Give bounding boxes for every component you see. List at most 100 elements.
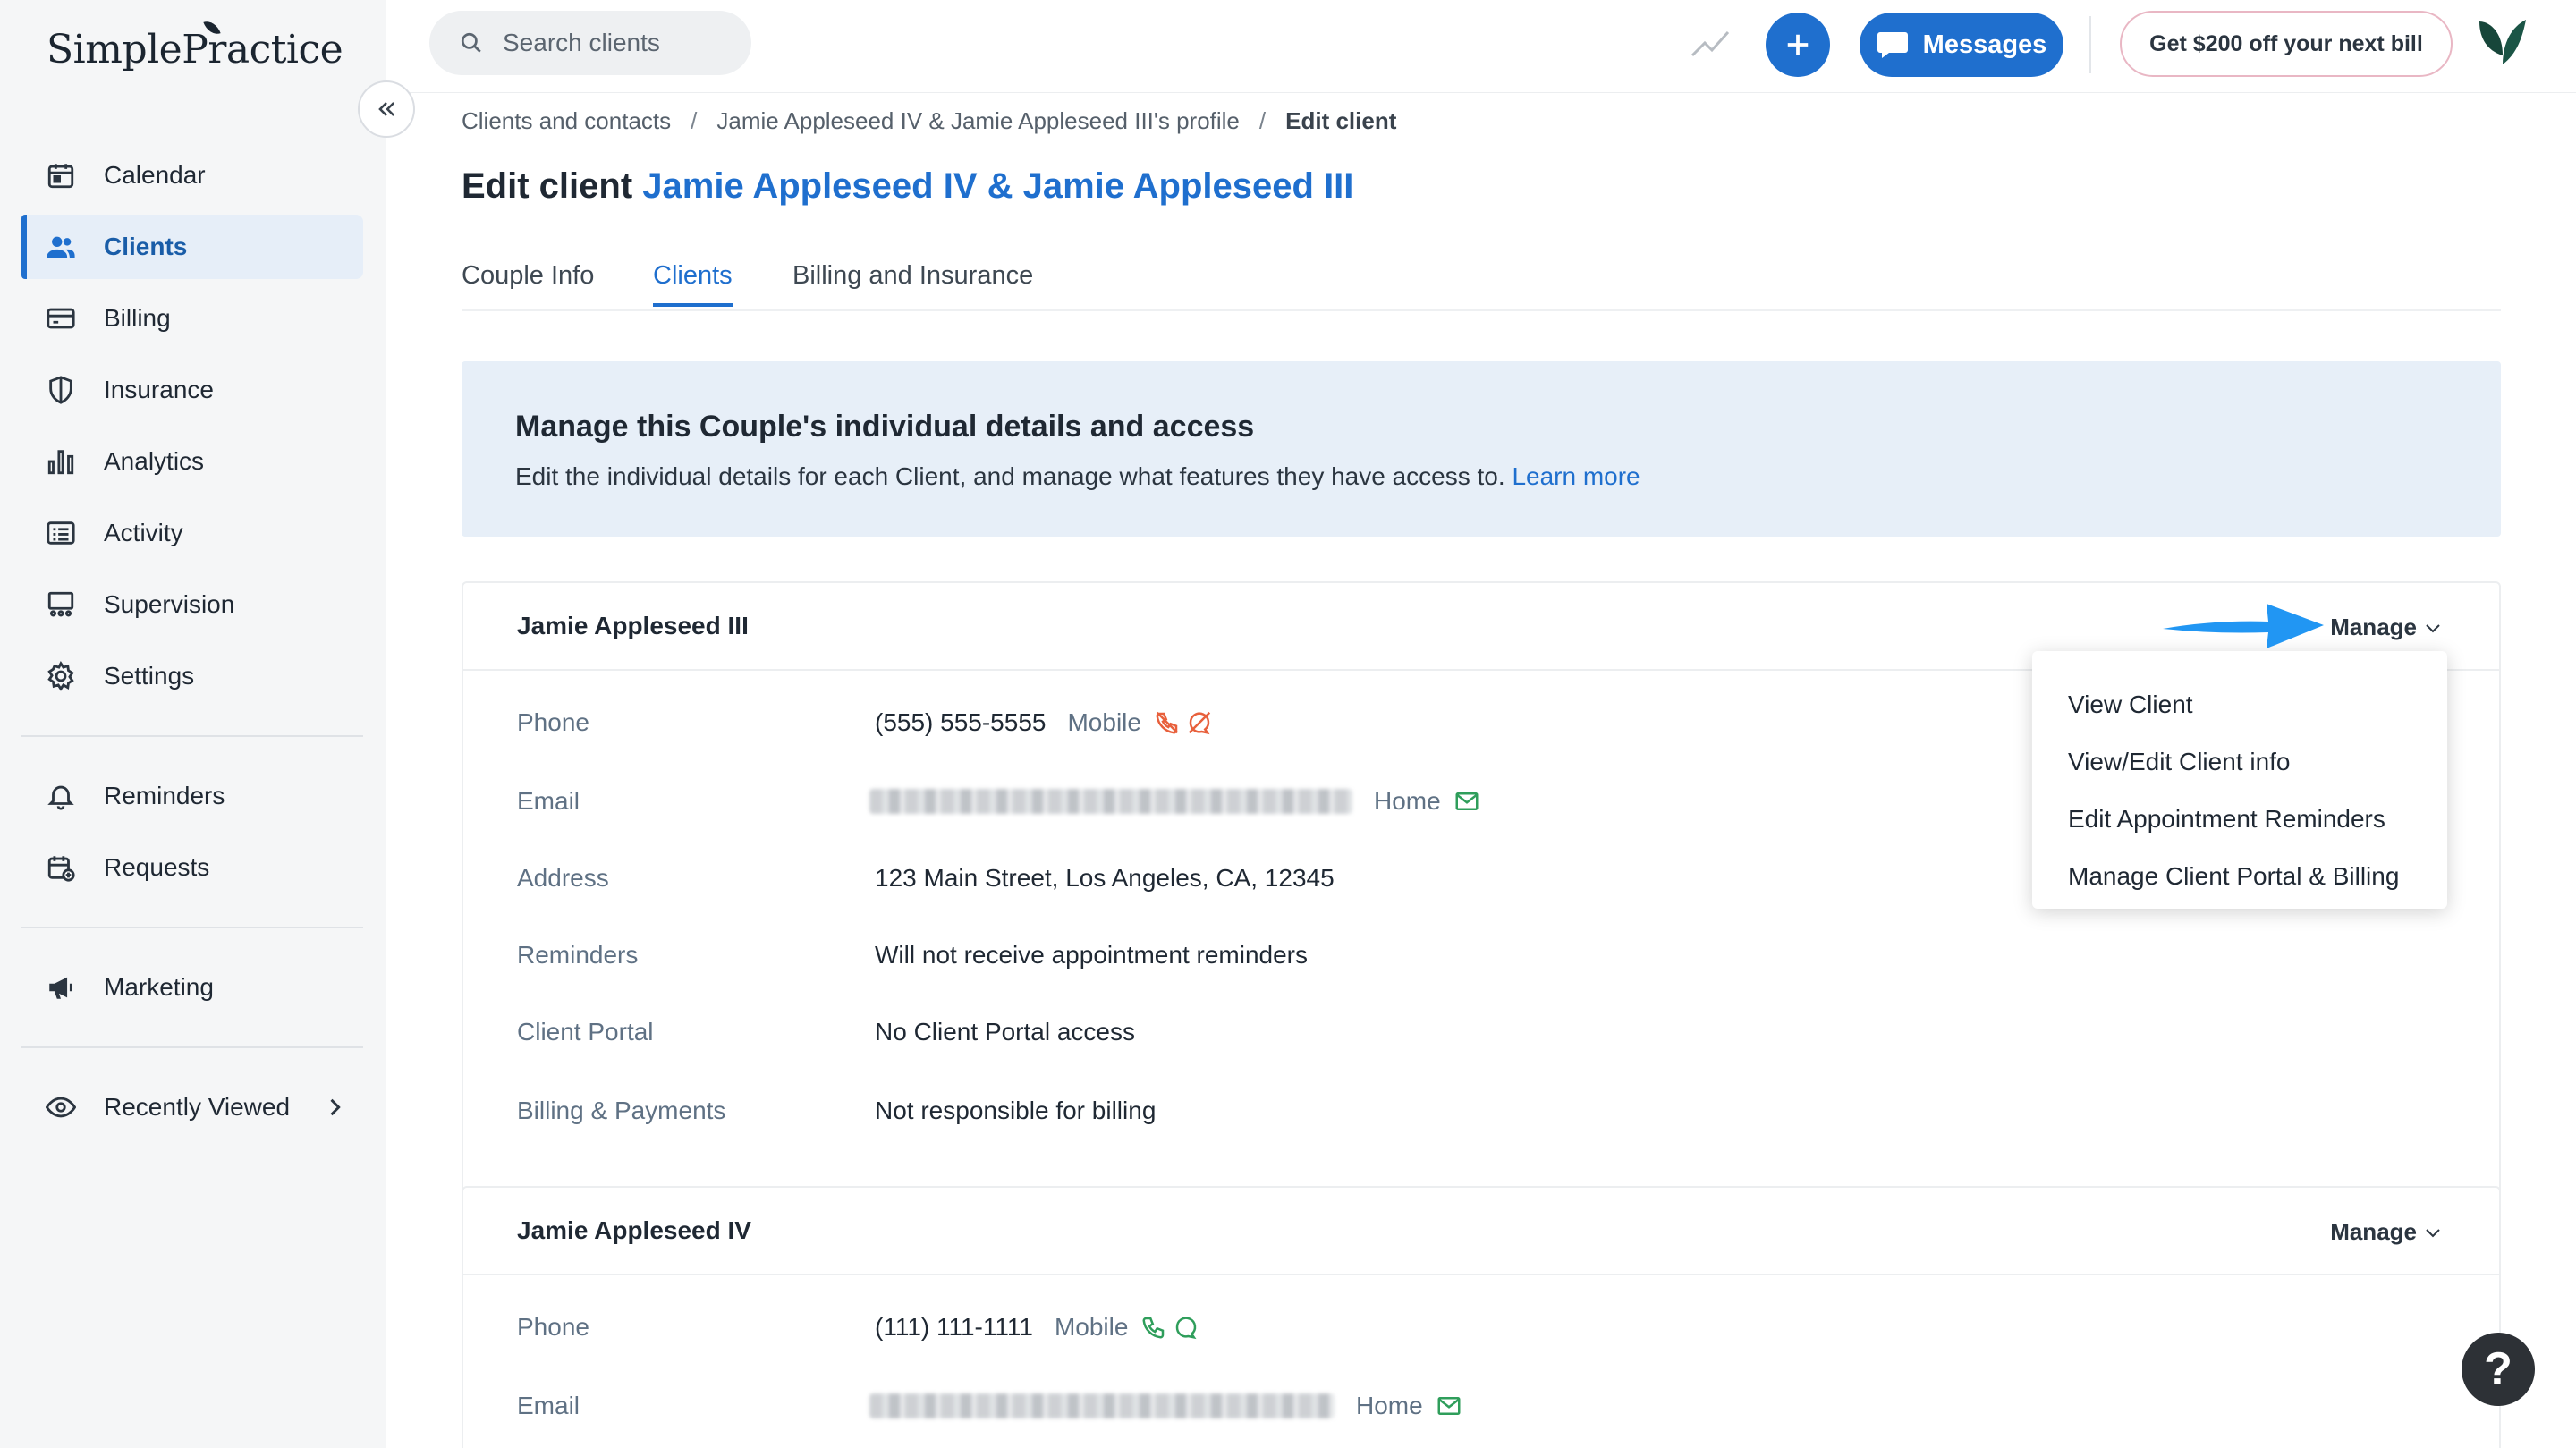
email-label: Email: [517, 1392, 580, 1419]
search-placeholder: Search clients: [503, 29, 660, 56]
sidebar-divider: [21, 927, 363, 928]
sidebar-nav: Calendar Clients Billing Insurance Analy…: [21, 143, 363, 1147]
sidebar-item-calendar[interactable]: Calendar: [21, 143, 363, 207]
sidebar-item-label: Clients: [104, 233, 188, 260]
envelope-icon: [1437, 1397, 1461, 1415]
breadcrumb-link-clients[interactable]: Clients and contacts: [462, 107, 671, 134]
users-icon: [43, 229, 79, 265]
manage-dropdown-button[interactable]: Manage: [2330, 614, 2442, 641]
client-portal-value: No Client Portal access: [875, 1018, 1136, 1046]
menu-item-view-client[interactable]: View Client: [2032, 676, 2447, 733]
address-value: 123 Main Street, Los Angeles, CA, 12345: [875, 864, 1335, 892]
tab-bar: Couple Info Clients Billing and Insuranc…: [462, 256, 2501, 311]
avatar[interactable]: [2472, 16, 2533, 70]
sidebar-item-label: Billing: [104, 304, 171, 332]
messages-label: Messages: [1922, 30, 2047, 59]
sidebar-item-label: Calendar: [104, 161, 206, 189]
sidebar-item-supervision[interactable]: Supervision: [21, 572, 363, 637]
info-banner-text: Edit the individual details for each Cli…: [515, 462, 2501, 491]
page-title-prefix: Edit client: [462, 166, 633, 206]
phone-label: Phone: [517, 708, 589, 736]
email-redacted: [869, 1393, 1335, 1418]
reminders-value: Will not receive appointment reminders: [875, 941, 1308, 969]
menu-item-edit-client-info[interactable]: View/Edit Client info: [2032, 733, 2447, 791]
double-chevron-left-icon: [378, 102, 395, 116]
info-banner-body: Edit the individual details for each Cli…: [515, 462, 1505, 490]
learn-more-link[interactable]: Learn more: [1512, 462, 1640, 490]
help-label: ?: [2484, 1343, 2512, 1395]
sidebar-item-clients[interactable]: Clients: [21, 215, 363, 279]
breadcrumb-separator: /: [691, 107, 698, 134]
email-label: Email: [517, 787, 580, 815]
promo-button[interactable]: Get $200 off your next bill: [2120, 11, 2453, 77]
email-type: Home: [1374, 787, 1441, 815]
eye-icon: [43, 1089, 79, 1125]
sidebar-item-label: Requests: [104, 853, 210, 881]
sidebar-item-label: Recently Viewed: [104, 1093, 291, 1121]
phone-value-group: (111) 111-1111 Mobile: [875, 1313, 1199, 1342]
topbar-divider: [2089, 16, 2091, 73]
supervision-icon: [43, 587, 79, 622]
reminders-label: Reminders: [517, 941, 639, 969]
phone-value: (111) 111-1111: [875, 1313, 1033, 1341]
client-card: Jamie Appleseed IV Manage Phone (111) 11…: [462, 1186, 2501, 1448]
manage-label: Manage: [2330, 614, 2417, 640]
help-button[interactable]: ?: [2462, 1333, 2535, 1406]
sidebar-item-label: Activity: [104, 519, 183, 546]
breadcrumb-link-profile[interactable]: Jamie Appleseed IV & Jamie Appleseed III…: [716, 107, 1240, 134]
email-type: Home: [1356, 1392, 1423, 1419]
sidebar-item-label: Reminders: [104, 782, 225, 809]
tab-clients[interactable]: Clients: [653, 261, 733, 307]
sidebar-item-marketing[interactable]: Marketing: [21, 955, 363, 1020]
email-redacted: [869, 789, 1352, 814]
menu-item-manage-portal-billing[interactable]: Manage Client Portal & Billing: [2032, 848, 2447, 905]
email-value-group: Home: [869, 1392, 1462, 1420]
chevron-down-icon: [2426, 1228, 2440, 1237]
sidebar-item-settings[interactable]: Settings: [21, 644, 363, 708]
sidebar-item-label: Settings: [104, 662, 195, 690]
megaphone-icon: [43, 970, 79, 1005]
add-button[interactable]: [1766, 13, 1830, 77]
sidebar-item-requests[interactable]: Requests: [21, 835, 363, 900]
chevron-down-icon: [2426, 623, 2440, 632]
trending-icon[interactable]: [1689, 25, 1732, 61]
phone-type: Mobile: [1067, 708, 1141, 736]
collapse-sidebar-button[interactable]: [358, 80, 415, 138]
manage-dropdown-menu: View Client View/Edit Client info Edit A…: [2032, 651, 2447, 909]
search-input[interactable]: Search clients: [429, 11, 751, 75]
sidebar-item-activity[interactable]: Activity: [21, 501, 363, 565]
sidebar-item-billing[interactable]: Billing: [21, 286, 363, 351]
manage-dropdown-button[interactable]: Manage: [2330, 1218, 2442, 1246]
sidebar-item-label: Supervision: [104, 590, 235, 618]
plus-icon: [1787, 34, 1809, 55]
brand-logo[interactable]: SimplePractice: [47, 18, 343, 72]
chat-icon: [1877, 32, 1908, 58]
manage-label: Manage: [2330, 1218, 2417, 1245]
tab-billing-insurance[interactable]: Billing and Insurance: [792, 261, 1033, 303]
sidebar-item-label: Marketing: [104, 973, 214, 1001]
promo-label: Get $200 off your next bill: [2149, 30, 2423, 56]
messages-button[interactable]: Messages: [1860, 13, 2063, 77]
info-banner: Manage this Couple's individual details …: [462, 361, 2501, 537]
billing-label: Billing & Payments: [517, 1097, 726, 1124]
list-icon: [43, 515, 79, 551]
sidebar-item-reminders[interactable]: Reminders: [21, 764, 363, 828]
menu-item-edit-appointment-reminders[interactable]: Edit Appointment Reminders: [2032, 791, 2447, 848]
billing-value: Not responsible for billing: [875, 1097, 1157, 1124]
phone-label: Phone: [517, 1313, 589, 1341]
sidebar-divider: [21, 735, 363, 737]
tab-couple-info[interactable]: Couple Info: [462, 261, 594, 303]
bar-chart-icon: [43, 444, 79, 479]
brand-name: SimplePractice: [47, 27, 343, 72]
text-message-icon: [1176, 1317, 1197, 1340]
calendar-plus-icon: [43, 850, 79, 885]
phone-type: Mobile: [1054, 1313, 1129, 1341]
page-title-client-link[interactable]: Jamie Appleseed IV & Jamie Appleseed III: [642, 166, 1353, 206]
sidebar-item-insurance[interactable]: Insurance: [21, 358, 363, 422]
sidebar-item-analytics[interactable]: Analytics: [21, 429, 363, 494]
phone-value: (555) 555-5555: [875, 708, 1046, 736]
arrow-pointer-icon: [2163, 604, 2324, 648]
envelope-icon: [1455, 792, 1479, 810]
sidebar-item-recently-viewed[interactable]: Recently Viewed: [21, 1075, 363, 1139]
info-banner-heading: Manage this Couple's individual details …: [515, 410, 1255, 444]
